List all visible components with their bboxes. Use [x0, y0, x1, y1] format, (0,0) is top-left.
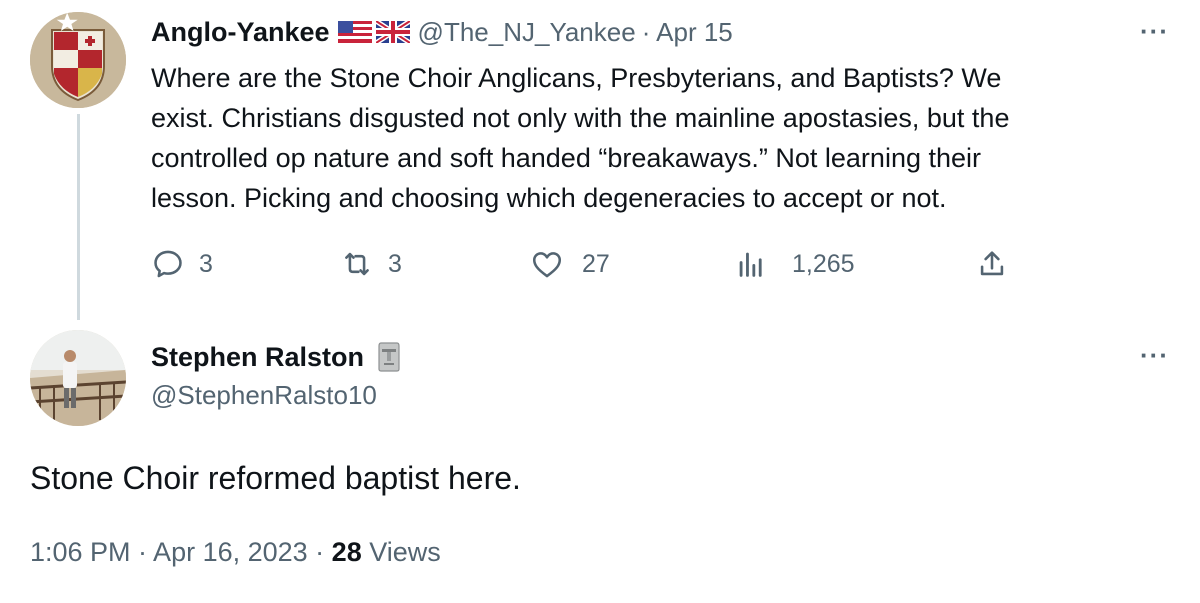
reply-button[interactable]: 3 [151, 246, 213, 282]
tweet-text-line: Where are the Stone Choir Anglicans, Pre… [151, 63, 1002, 93]
views-button[interactable]: 1,265 [734, 246, 855, 282]
analytics-icon [739, 252, 762, 277]
views-count: 28 [331, 537, 362, 567]
tweet-date[interactable]: · Apr 15 [642, 17, 733, 48]
like-button[interactable]: 27 [530, 246, 610, 282]
tweet-footer: 1:06 PM · Apr 16, 2023 · 28 Views [30, 537, 441, 568]
us-flag-icon [337, 21, 372, 43]
moai-icon [376, 341, 402, 373]
profile-photo [30, 330, 126, 426]
retweet-icon [345, 252, 369, 276]
display-name[interactable]: Stephen Ralston [151, 342, 364, 373]
retweet-count: 3 [388, 249, 402, 278]
heart-icon [532, 252, 562, 278]
reply-text: Stone Choir reformed baptist here. [30, 460, 521, 496]
avatar[interactable] [30, 12, 126, 108]
uk-flag-icon [374, 18, 411, 46]
avatar[interactable] [30, 330, 126, 426]
tweet-text-line: lesson. Picking and choosing which degen… [151, 183, 947, 213]
view-count: 1,265 [792, 249, 855, 278]
reply-icon [154, 250, 182, 278]
like-count: 27 [582, 249, 610, 278]
handle[interactable]: @StephenRalsto10 [151, 380, 377, 411]
coat-of-arms-icon [30, 12, 126, 108]
share-button[interactable] [975, 246, 1009, 282]
retweet-button[interactable]: 3 [340, 246, 402, 282]
tweet-text-line: exist. Christians disgusted not only wit… [151, 103, 1010, 133]
tweet-timestamp[interactable]: 1:06 PM · Apr 16, 2023 · [30, 537, 332, 567]
tweet-text: Where are the Stone Choir Anglicans, Pre… [151, 58, 1181, 218]
views-label: Views [361, 537, 441, 567]
handle[interactable]: @The_NJ_Yankee [418, 17, 636, 48]
reply-count: 3 [199, 249, 213, 278]
tweet-header: Anglo-Yankee @The_NJ_Yankee · Apr 15 [151, 14, 733, 50]
tweet-text-line: controlled op nature and soft handed “br… [151, 143, 981, 173]
reply-header: Stephen Ralston [151, 340, 402, 374]
thread-line [77, 114, 80, 320]
more-options-button[interactable]: ··· [1140, 340, 1169, 371]
more-options-button[interactable]: ··· [1140, 16, 1169, 47]
display-name[interactable]: Anglo-Yankee [151, 17, 330, 48]
share-icon [980, 251, 1004, 276]
